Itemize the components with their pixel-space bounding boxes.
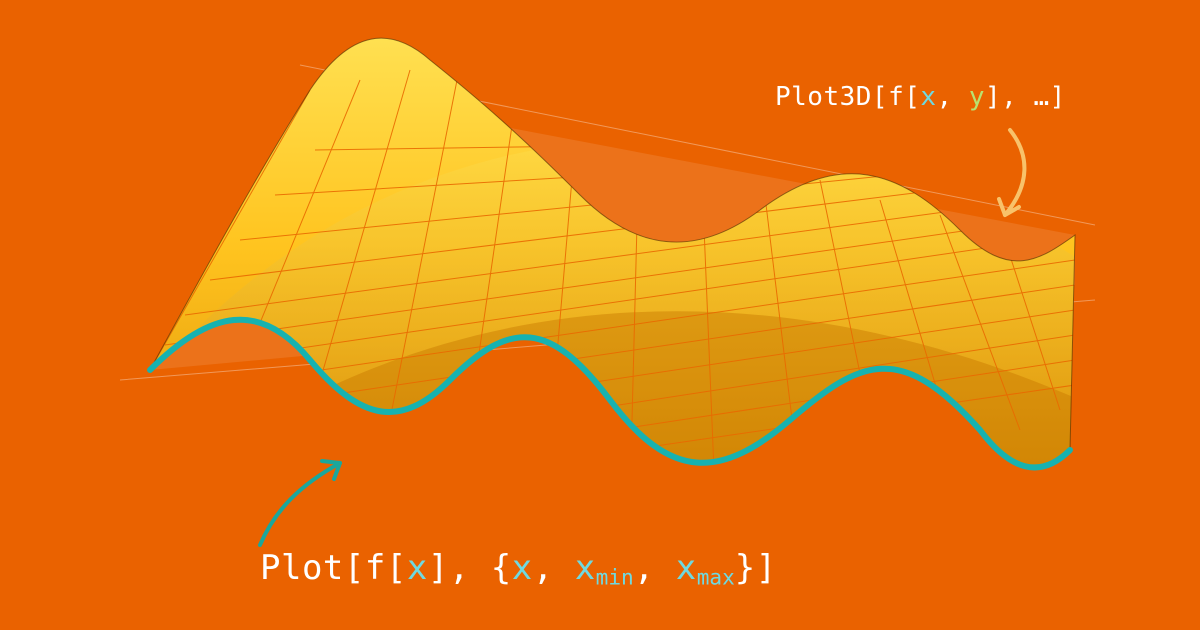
fn-name: Plot [260,548,344,588]
code-label-plot: Plot[f[x], {x, xmin, xmax}] [260,548,777,589]
inner-bracket-open: [ [386,548,407,588]
comma-2: , [533,548,575,588]
ellipsis: … [1033,82,1049,112]
fn-name: Plot3D [775,82,872,112]
illustration-stage: Plot3D[f[x, y], …] Plot[f[x], {x, xmin, … [0,0,1200,630]
comma: , [449,548,491,588]
xmin-sub: min [596,564,634,589]
code-label-plot3d: Plot3D[f[x, y], …] [775,82,1066,112]
xmax-base: x [676,548,697,588]
brace-close: } [735,548,756,588]
comma: , [937,82,969,112]
comma-2: , [1001,82,1033,112]
range-var: x [512,548,533,588]
inner-bracket-close: ] [985,82,1001,112]
bracket-close: ] [1050,82,1066,112]
xmin-base: x [575,548,596,588]
inner-fn: f [365,548,386,588]
arg-x: x [920,82,936,112]
xmax-sub: max [697,564,735,589]
arg-x: x [407,548,428,588]
inner-bracket-close: ] [428,548,449,588]
arrow-top [999,130,1024,215]
comma-3: , [634,548,676,588]
brace-open: { [491,548,512,588]
bracket-close: ] [756,548,777,588]
inner-bracket-open: [ [904,82,920,112]
bracket-open: [ [344,548,365,588]
arrow-bottom [260,461,340,545]
arg-y: y [969,82,985,112]
inner-fn: f [888,82,904,112]
bracket-open: [ [872,82,888,112]
